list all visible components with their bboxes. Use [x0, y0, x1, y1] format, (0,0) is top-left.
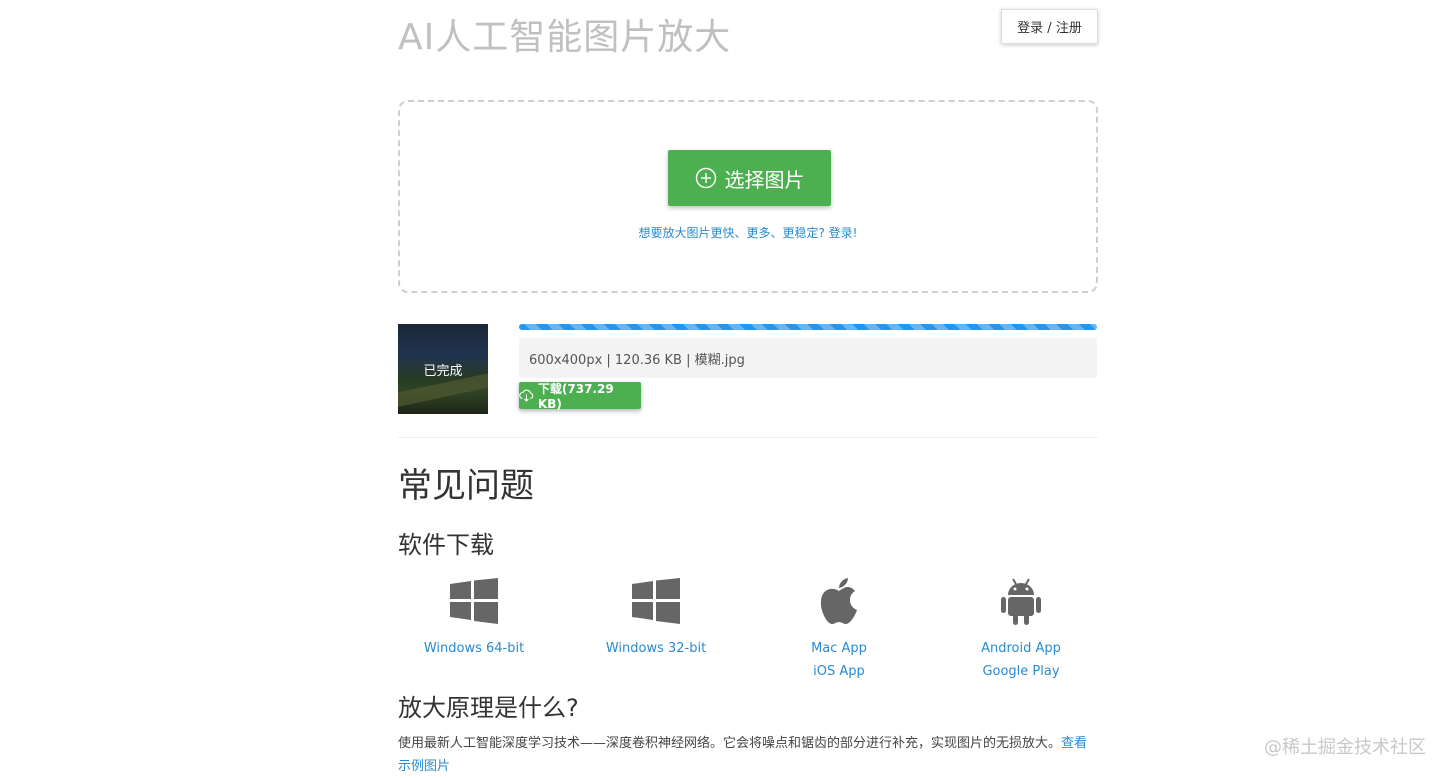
software-download-heading: 软件下载	[398, 531, 494, 559]
google-play-link[interactable]: Google Play	[931, 660, 1111, 683]
header: AI人工智能图片放大 登录 / 注册	[398, 0, 1098, 80]
divider	[398, 437, 1098, 438]
select-image-button[interactable]: 选择图片	[668, 150, 831, 206]
download-windows-64: Windows 64-bit	[384, 575, 564, 660]
upload-dropzone[interactable]: 选择图片 想要放大图片更快、更多、更稳定? 登录!	[398, 100, 1098, 293]
mac-app-link[interactable]: Mac App	[749, 637, 929, 660]
android-app-link[interactable]: Android App	[931, 637, 1111, 660]
plus-circle-icon	[695, 167, 716, 189]
principle-body: 使用最新人工智能深度学习技术——深度卷积神经网络。它会将噪点和锯齿的部分进行补充…	[398, 736, 1062, 751]
windows-icon	[450, 578, 498, 624]
windows-icon	[632, 578, 680, 624]
download-list: Windows 64-bit Windows 32-bit Mac App iO…	[398, 575, 1098, 685]
download-label: 下载(737.29 KB)	[537, 382, 614, 411]
download-mac-ios: Mac App iOS App	[749, 575, 929, 683]
android-icon	[1001, 578, 1041, 625]
faq-heading: 常见问题	[398, 466, 534, 506]
download-android: Android App Google Play	[931, 575, 1111, 683]
result-thumbnail: 已完成	[398, 324, 488, 414]
windows-32-link[interactable]: Windows 32-bit	[566, 637, 746, 660]
watermark: @稀土掘金技术社区	[1264, 737, 1426, 758]
login-register-button[interactable]: 登录 / 注册	[1001, 9, 1098, 44]
windows-64-link[interactable]: Windows 64-bit	[384, 637, 564, 660]
principle-text: 使用最新人工智能深度学习技术——深度卷积神经网络。它会将噪点和锯齿的部分进行补充…	[398, 732, 1098, 778]
status-label: 已完成	[423, 364, 463, 379]
download-windows-32: Windows 32-bit	[566, 575, 746, 660]
principle-heading: 放大原理是什么?	[398, 694, 579, 722]
progress-bar	[519, 324, 1097, 330]
apple-icon	[820, 578, 857, 624]
result-row: 已完成 600x400px | 120.36 KB | 模糊.jpg 下载(73…	[398, 324, 1098, 414]
cloud-download-icon	[519, 389, 534, 402]
page-title: AI人工智能图片放大	[398, 17, 732, 58]
download-button[interactable]: 下载(737.29 KB)	[519, 382, 641, 411]
select-image-label: 选择图片	[724, 167, 805, 192]
login-hint-link[interactable]: 想要放大图片更快、更多、更稳定? 登录!	[400, 224, 1096, 241]
main-container: AI人工智能图片放大 登录 / 注册 选择图片 想要放大图片更快、更多、更稳定?…	[398, 0, 1098, 774]
file-info: 600x400px | 120.36 KB | 模糊.jpg	[519, 338, 1097, 378]
ios-app-link[interactable]: iOS App	[749, 660, 929, 683]
